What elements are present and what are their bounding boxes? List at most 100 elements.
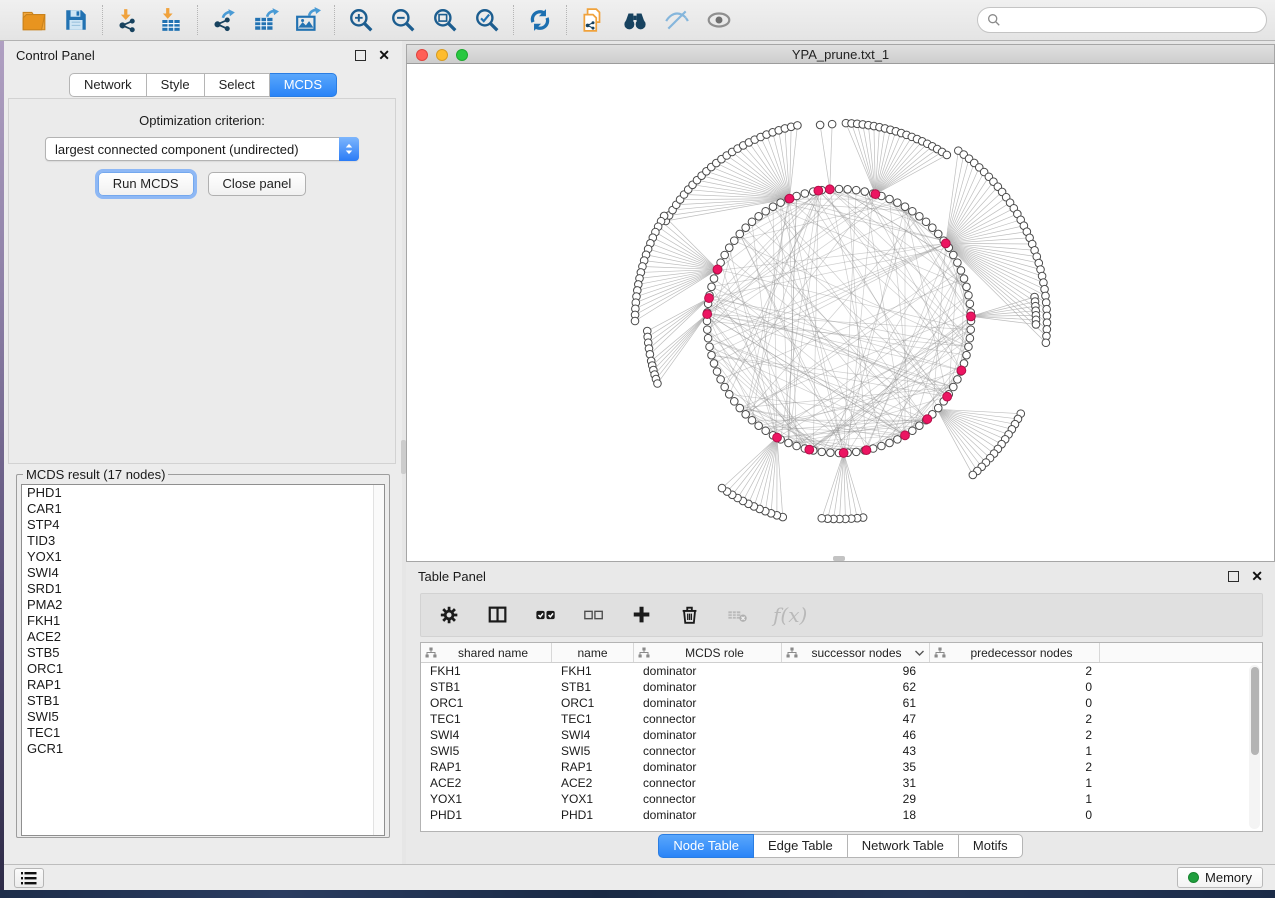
table-row[interactable]: ACE2ACE2connector311 bbox=[421, 775, 1262, 791]
mcds-result-list[interactable]: PHD1CAR1STP4TID3YOX1SWI4SRD1PMA2FKH1ACE2… bbox=[21, 484, 385, 836]
cell-successor-nodes: 31 bbox=[782, 775, 930, 791]
result-item[interactable]: RAP1 bbox=[22, 677, 384, 693]
tab-network-table[interactable]: Network Table bbox=[848, 834, 959, 858]
column-gear-button[interactable] bbox=[437, 602, 463, 628]
canvas-splitter-dot[interactable] bbox=[833, 556, 845, 561]
export-network-button[interactable] bbox=[208, 5, 240, 35]
result-item[interactable]: ACE2 bbox=[22, 629, 384, 645]
result-item[interactable]: YOX1 bbox=[22, 549, 384, 565]
column-header-shared-name[interactable]: shared name bbox=[421, 643, 552, 662]
open-file-button[interactable] bbox=[18, 5, 50, 35]
cell-name: SWI4 bbox=[552, 727, 634, 743]
window-close-traffic-icon[interactable] bbox=[416, 49, 428, 61]
split-view-button[interactable] bbox=[485, 602, 511, 628]
result-item[interactable]: GCR1 bbox=[22, 741, 384, 757]
run-mcds-button[interactable]: Run MCDS bbox=[98, 172, 194, 196]
result-item[interactable]: PHD1 bbox=[22, 485, 384, 501]
window-minimize-traffic-icon[interactable] bbox=[436, 49, 448, 61]
tab-style[interactable]: Style bbox=[147, 73, 205, 97]
cell-predecessor-nodes: 0 bbox=[930, 807, 1100, 823]
hide-selected-button[interactable] bbox=[661, 5, 693, 35]
zoom-selected-button[interactable] bbox=[471, 5, 503, 35]
tab-edge-table[interactable]: Edge Table bbox=[754, 834, 848, 858]
zoom-fit-button[interactable] bbox=[429, 5, 461, 35]
cell-name: SWI5 bbox=[552, 743, 634, 759]
export-image-icon bbox=[295, 7, 321, 33]
close-panel-icon[interactable]: ✕ bbox=[378, 48, 390, 62]
memory-button[interactable]: Memory bbox=[1177, 867, 1263, 888]
network-window-titlebar[interactable]: YPA_prune.txt_1 bbox=[406, 44, 1275, 64]
result-item[interactable]: TID3 bbox=[22, 533, 384, 549]
table-row[interactable]: YOX1YOX1connector291 bbox=[421, 791, 1262, 807]
result-item[interactable]: ORC1 bbox=[22, 661, 384, 677]
search-box[interactable] bbox=[977, 7, 1267, 33]
column-header-MCDS-role[interactable]: MCDS role bbox=[634, 643, 782, 662]
cell-predecessor-nodes: 1 bbox=[930, 775, 1100, 791]
network-canvas[interactable] bbox=[406, 64, 1275, 562]
table-scrollbar-thumb[interactable] bbox=[1251, 667, 1259, 755]
result-item[interactable]: SWI4 bbox=[22, 565, 384, 581]
tab-network[interactable]: Network bbox=[69, 73, 147, 97]
result-item[interactable]: STB1 bbox=[22, 693, 384, 709]
cell-shared-name: STB1 bbox=[421, 679, 552, 695]
result-item[interactable]: SWI5 bbox=[22, 709, 384, 725]
tab-select[interactable]: Select bbox=[205, 73, 270, 97]
window-zoom-traffic-icon[interactable] bbox=[456, 49, 468, 61]
float-table-panel-icon[interactable] bbox=[1228, 571, 1239, 582]
column-header-successor-nodes[interactable]: successor nodes bbox=[782, 643, 930, 662]
close-table-panel-icon[interactable]: ✕ bbox=[1251, 569, 1263, 583]
result-list-scrollbar[interactable] bbox=[373, 485, 384, 835]
zoom-in-icon bbox=[348, 7, 374, 33]
zoom-out-button[interactable] bbox=[387, 5, 419, 35]
add-column-button[interactable] bbox=[629, 602, 655, 628]
result-item[interactable]: CAR1 bbox=[22, 501, 384, 517]
search-input[interactable] bbox=[1001, 13, 1257, 28]
select-all-button[interactable] bbox=[533, 602, 559, 628]
import-table-button[interactable] bbox=[155, 5, 187, 35]
table-row[interactable]: ORC1ORC1dominator610 bbox=[421, 695, 1262, 711]
import-network-button[interactable] bbox=[113, 5, 145, 35]
criterion-dropdown[interactable]: largest connected component (undirected) bbox=[45, 137, 359, 161]
clone-network-button[interactable] bbox=[577, 5, 609, 35]
zoom-in-button[interactable] bbox=[345, 5, 377, 35]
cell-shared-name: YOX1 bbox=[421, 791, 552, 807]
save-session-button[interactable] bbox=[60, 5, 92, 35]
refresh-view-button[interactable] bbox=[524, 5, 556, 35]
mcds-result-group: MCDS result (17 nodes) PHD1CAR1STP4TID3Y… bbox=[16, 467, 390, 838]
table-row[interactable]: FKH1FKH1dominator962 bbox=[421, 663, 1262, 679]
deselect-all-button[interactable] bbox=[581, 602, 607, 628]
table-scrollbar[interactable] bbox=[1249, 665, 1260, 829]
column-header-name[interactable]: name bbox=[552, 643, 634, 662]
show-hidden-icon bbox=[706, 7, 732, 33]
show-hidden-button[interactable] bbox=[703, 5, 735, 35]
result-item[interactable]: STP4 bbox=[22, 517, 384, 533]
result-item[interactable]: FKH1 bbox=[22, 613, 384, 629]
delete-column-button[interactable] bbox=[677, 602, 703, 628]
column-header-predecessor-nodes[interactable]: predecessor nodes bbox=[930, 643, 1100, 662]
result-item[interactable]: PMA2 bbox=[22, 597, 384, 613]
sort-chevron-icon bbox=[914, 649, 925, 657]
tab-mcds[interactable]: MCDS bbox=[270, 73, 337, 97]
table-row[interactable]: PHD1PHD1dominator180 bbox=[421, 807, 1262, 823]
close-panel-button[interactable]: Close panel bbox=[208, 172, 307, 196]
table-row[interactable]: STB1STB1dominator620 bbox=[421, 679, 1262, 695]
cell-successor-nodes: 62 bbox=[782, 679, 930, 695]
tab-motifs[interactable]: Motifs bbox=[959, 834, 1023, 858]
export-image-button[interactable] bbox=[292, 5, 324, 35]
result-item[interactable]: SRD1 bbox=[22, 581, 384, 597]
result-item[interactable]: TEC1 bbox=[22, 725, 384, 741]
result-item[interactable]: STB5 bbox=[22, 645, 384, 661]
float-panel-icon[interactable] bbox=[355, 50, 366, 61]
search-network-button[interactable] bbox=[619, 5, 651, 35]
table-row[interactable]: RAP1RAP1dominator352 bbox=[421, 759, 1262, 775]
table-row[interactable]: SWI5SWI5connector431 bbox=[421, 743, 1262, 759]
cell-shared-name: ORC1 bbox=[421, 695, 552, 711]
tab-node-table[interactable]: Node Table bbox=[658, 834, 754, 858]
cell-successor-nodes: 29 bbox=[782, 791, 930, 807]
table-row[interactable]: SWI4SWI4dominator462 bbox=[421, 727, 1262, 743]
export-table-button[interactable] bbox=[250, 5, 282, 35]
open-file-icon bbox=[21, 7, 47, 33]
panel-menu-button[interactable] bbox=[14, 868, 44, 888]
status-bar: Memory bbox=[4, 864, 1275, 890]
table-row[interactable]: TEC1TEC1connector472 bbox=[421, 711, 1262, 727]
